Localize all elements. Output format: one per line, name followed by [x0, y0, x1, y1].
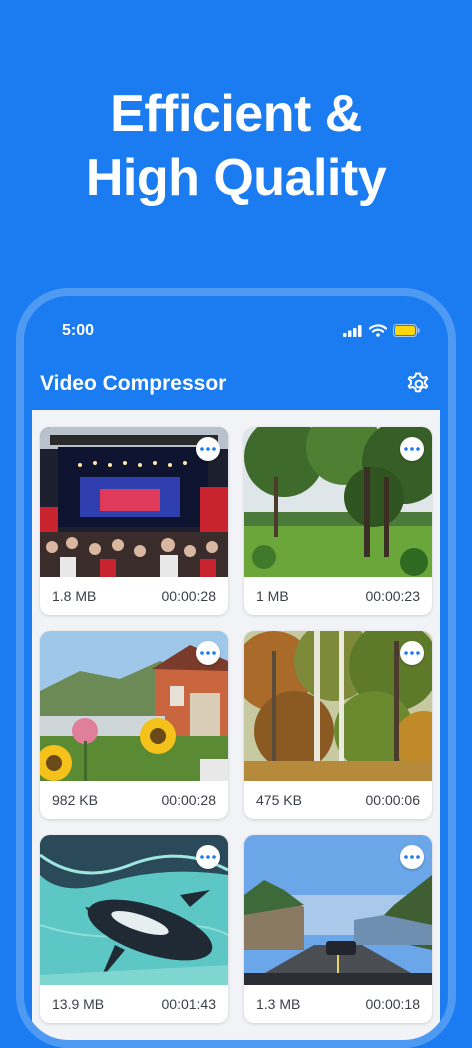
video-card[interactable]: 1.3 MB 00:00:18: [244, 835, 432, 1023]
status-time: 5:00: [62, 322, 95, 339]
video-list: 1.8 MB 00:00:28 1 MB 00:00:23 982 KB 00:…: [32, 410, 440, 1040]
battery-icon: [393, 324, 420, 337]
phone-screen: 5:00 Video Compressor 1.8 MB 00:00:28 1 …: [24, 296, 448, 1040]
wifi-icon: [369, 324, 387, 337]
video-card[interactable]: 982 KB 00:00:28: [40, 631, 228, 819]
video-meta: 1.8 MB 00:00:28: [40, 577, 228, 615]
signal-icon: [343, 324, 362, 337]
video-card[interactable]: 1.8 MB 00:00:28: [40, 427, 228, 615]
video-card[interactable]: 1 MB 00:00:23: [244, 427, 432, 615]
video-card[interactable]: 475 KB 00:00:06: [244, 631, 432, 819]
video-duration: 00:00:28: [161, 588, 217, 604]
gear-icon: [407, 372, 429, 393]
status-icons: [343, 324, 420, 337]
more-options-button[interactable]: [196, 437, 220, 461]
headline-line-2: High Quality: [85, 149, 387, 207]
headline: Efficient & High Quality: [0, 82, 472, 210]
video-meta: 1 MB 00:00:23: [244, 577, 432, 615]
video-duration: 00:00:18: [365, 996, 421, 1012]
video-meta: 475 KB 00:00:06: [244, 781, 432, 819]
video-meta: 982 KB 00:00:28: [40, 781, 228, 819]
app-title: Video Compressor: [40, 372, 227, 395]
video-size: 13.9 MB: [52, 996, 105, 1012]
more-dots-icon: [404, 447, 420, 451]
more-dots-icon: [200, 651, 216, 655]
app-bar: Video Compressor: [24, 358, 448, 410]
more-dots-icon: [404, 855, 420, 859]
video-size: 1.8 MB: [52, 588, 97, 604]
video-duration: 00:00:06: [365, 792, 421, 808]
video-size: 475 KB: [256, 792, 302, 808]
video-duration: 00:00:23: [365, 588, 421, 604]
status-bar: 5:00: [24, 318, 448, 342]
video-duration: 00:01:43: [161, 996, 217, 1012]
more-options-button[interactable]: [400, 845, 424, 869]
video-grid: 1.8 MB 00:00:28 1 MB 00:00:23 982 KB 00:…: [40, 427, 432, 1023]
more-dots-icon: [200, 855, 216, 859]
more-options-button[interactable]: [400, 641, 424, 665]
more-options-button[interactable]: [196, 845, 220, 869]
video-size: 1 MB: [256, 588, 289, 604]
more-options-button[interactable]: [196, 641, 220, 665]
more-dots-icon: [404, 651, 420, 655]
video-meta: 1.3 MB 00:00:18: [244, 985, 432, 1023]
headline-line-1: Efficient &: [110, 85, 362, 143]
settings-button[interactable]: [404, 370, 432, 398]
more-dots-icon: [200, 447, 216, 451]
more-options-button[interactable]: [400, 437, 424, 461]
video-size: 1.3 MB: [256, 996, 301, 1012]
video-duration: 00:00:28: [161, 792, 217, 808]
phone-frame: 5:00 Video Compressor 1.8 MB 00:00:28 1 …: [16, 288, 456, 1048]
video-card[interactable]: 13.9 MB 00:01:43: [40, 835, 228, 1023]
video-size: 982 KB: [52, 792, 98, 808]
video-meta: 13.9 MB 00:01:43: [40, 985, 228, 1023]
